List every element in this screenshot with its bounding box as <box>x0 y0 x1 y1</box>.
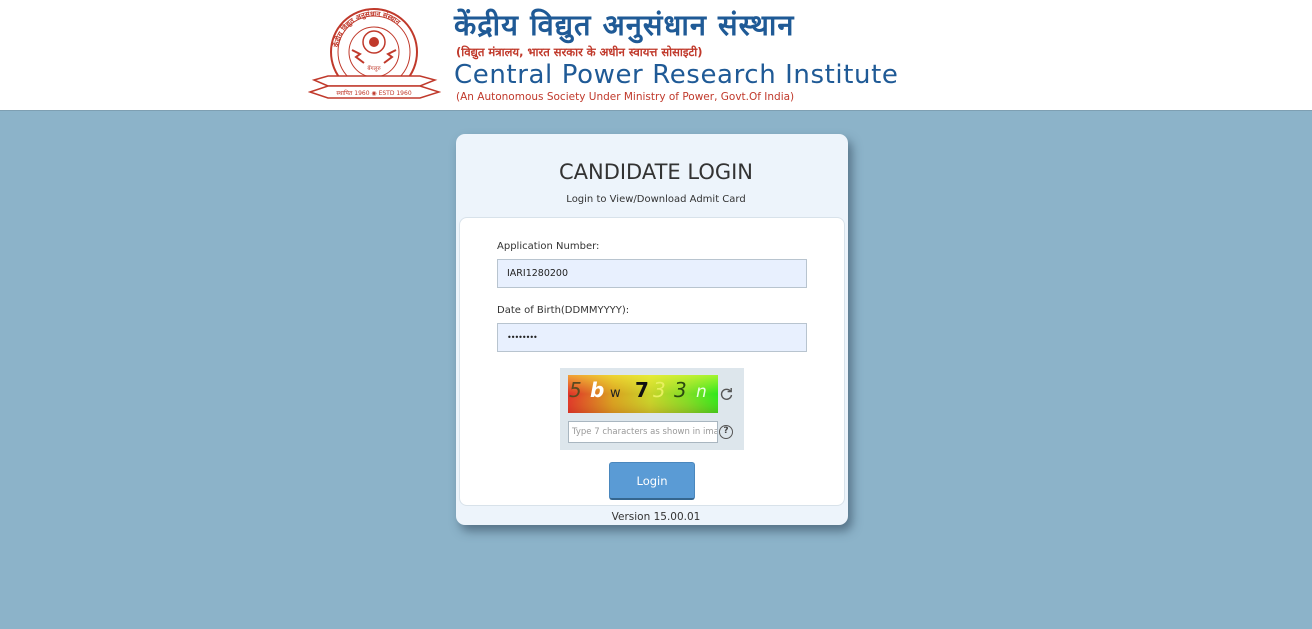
captcha-char: 5 <box>569 378 582 402</box>
hindi-title: केंद्रीय विद्युत अनुसंधान संस्थान <box>454 8 795 42</box>
captcha-char: n <box>696 382 707 402</box>
refresh-captcha-icon[interactable] <box>719 387 734 402</box>
version-label: Version 15.00.01 <box>611 511 701 523</box>
captcha-image: 5 b w 7 3 3 n <box>568 375 718 413</box>
dob-input[interactable]: •••••••• <box>497 323 807 352</box>
english-subtitle: (An Autonomous Society Under Ministry of… <box>456 91 795 103</box>
card-subtitle: Login to View/Download Admit Card <box>566 194 746 205</box>
captcha-char: 3 <box>653 378 666 402</box>
captcha-input[interactable]: Type 7 characters as shown in image <box>568 421 718 443</box>
login-button[interactable]: Login <box>609 462 695 500</box>
application-number-label: Application Number: <box>497 241 600 252</box>
hindi-subtitle: (विद्युत मंत्रालय, भारत सरकार के अधीन स्… <box>456 45 703 59</box>
site-header: केंद्रीय विद्युत अनुसंधान संस्थान बेंगलु… <box>0 0 1312 111</box>
captcha-char: w <box>610 386 621 401</box>
application-number-input[interactable]: IARI1280200 <box>497 259 807 288</box>
captcha-char: b <box>590 378 604 402</box>
cpri-logo: केंद्रीय विद्युत अनुसंधान संस्थान बेंगलु… <box>307 6 442 104</box>
dob-label: Date of Birth(DDMMYYYY): <box>497 305 630 316</box>
help-icon[interactable]: ? <box>719 425 733 439</box>
card-title: CANDIDATE LOGIN <box>558 160 754 184</box>
captcha-char: 3 <box>674 378 687 402</box>
captcha-char: 7 <box>635 378 649 402</box>
logo-banner-text: स्थापित 1960 ◉ ESTD 1960 <box>336 89 411 97</box>
logo-center-text: बेंगलुरु <box>367 65 381 72</box>
english-title: Central Power Research Institute <box>454 60 899 90</box>
